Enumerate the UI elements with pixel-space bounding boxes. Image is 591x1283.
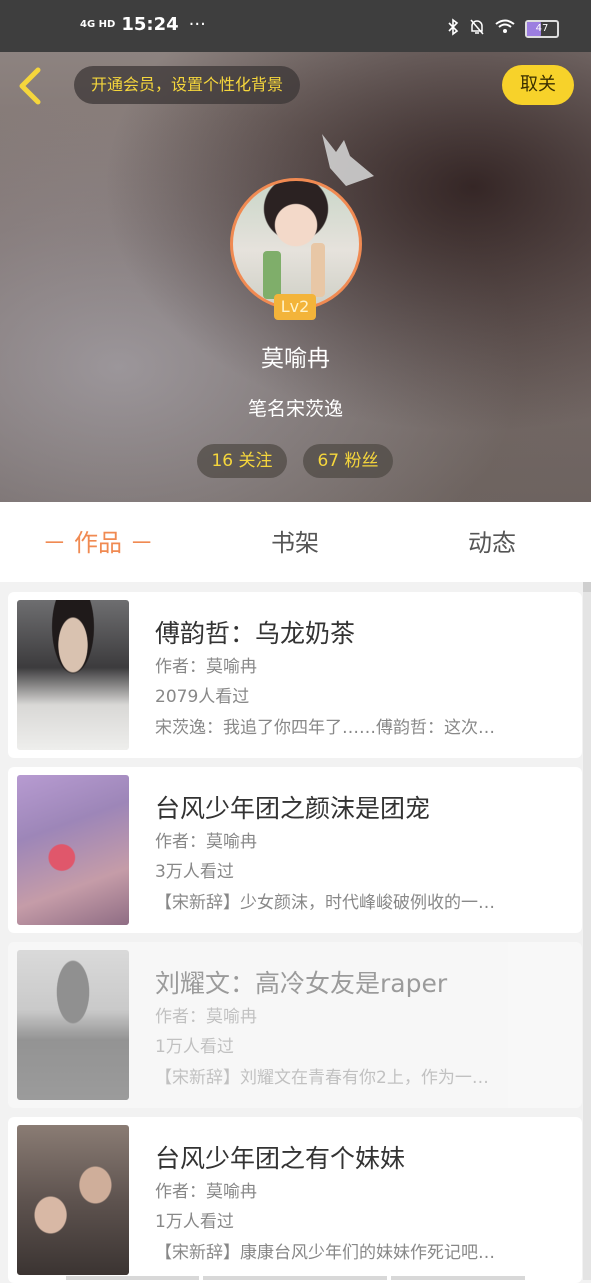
network-indicator: 4G HD	[80, 18, 116, 30]
book-summary: 【宋新辞】刘耀文在青春有你2上，作为一…	[155, 1068, 489, 1088]
book-author: 作者：莫喻冉	[155, 1007, 257, 1027]
book-title: 傅韵哲：乌龙奶茶	[155, 619, 356, 648]
book-summary: 宋茨逸：我追了你四年了……傅韵哲：这次…	[155, 718, 495, 738]
level-badge: Lv2	[274, 294, 316, 320]
bluetooth-icon	[447, 18, 459, 40]
book-author: 作者：莫喻冉	[155, 832, 257, 852]
bottom-indicator-2	[203, 1276, 387, 1280]
book-views: 1万人看过	[155, 1037, 234, 1057]
book-views: 3万人看过	[155, 862, 234, 882]
status-time: 15:24	[121, 14, 179, 35]
battery-icon: 47	[525, 20, 559, 38]
list-item[interactable]: 刘耀文：高冷女友是raper 作者：莫喻冉 1万人看过 【宋新辞】刘耀文在青春有…	[8, 942, 582, 1108]
vip-background-promo[interactable]: 开通会员，设置个性化背景	[74, 66, 301, 104]
book-views: 1万人看过	[155, 1212, 234, 1232]
following-count[interactable]: 16 关注	[197, 444, 287, 478]
book-cover	[17, 600, 129, 750]
book-author: 作者：莫喻冉	[155, 657, 257, 677]
mute-bell-icon	[469, 18, 485, 40]
list-item[interactable]: 台风少年团之有个妹妹 作者：莫喻冉 1万人看过 【宋新辞】康康台风少年们的妹妹作…	[8, 1117, 582, 1283]
book-views: 2079人看过	[155, 687, 250, 707]
profile-tabs: － 作品 － 书架 动态	[0, 502, 591, 582]
unfollow-button[interactable]: 取关	[502, 65, 574, 105]
bottom-indicator-3	[391, 1276, 525, 1280]
tab-bookshelf[interactable]: 书架	[215, 502, 375, 582]
status-more-icon: ···	[188, 14, 206, 35]
book-title: 台风少年团之有个妹妹	[155, 1144, 406, 1173]
avatar-detail-2	[311, 243, 325, 297]
pen-name: 笔名宋茨逸	[247, 398, 343, 420]
scroll-thumb[interactable]	[583, 582, 591, 592]
wifi-icon	[495, 19, 515, 39]
tab-works[interactable]: － 作品 －	[18, 502, 178, 582]
book-title: 刘耀文：高冷女友是raper	[155, 969, 448, 998]
tab-activity[interactable]: 动态	[412, 502, 572, 582]
list-item[interactable]: 台风少年团之颜沫是团宠 作者：莫喻冉 3万人看过 【宋新辞】少女颜沫，时代峰峻破…	[8, 767, 582, 933]
book-summary: 【宋新辞】康康台风少年们的妹妹作死记吧…	[155, 1243, 495, 1263]
bottom-indicator-1	[66, 1276, 199, 1280]
status-bar: 4G HD 15:24 ··· 47	[0, 0, 591, 52]
back-button[interactable]	[14, 64, 50, 108]
avatar-detail	[263, 251, 281, 299]
profile-header: 开通会员，设置个性化背景 取关 Lv2 莫喻冉 笔名宋茨逸 16 关注 67 粉…	[0, 52, 591, 502]
username: 莫喻冉	[261, 346, 330, 372]
fans-count[interactable]: 67 粉丝	[303, 444, 393, 478]
battery-level: 47	[535, 23, 549, 34]
crown-icon	[322, 134, 374, 186]
book-cover	[17, 775, 129, 925]
scrollbar[interactable]	[583, 582, 591, 1280]
book-summary: 【宋新辞】少女颜沫，时代峰峻破例收的一…	[155, 893, 495, 913]
list-item[interactable]: 傅韵哲：乌龙奶茶 作者：莫喻冉 2079人看过 宋茨逸：我追了你四年了……傅韵哲…	[8, 592, 582, 758]
book-cover	[17, 950, 129, 1100]
book-cover	[17, 1125, 129, 1275]
book-title: 台风少年团之颜沫是团宠	[155, 794, 431, 823]
avatar[interactable]	[230, 178, 362, 310]
back-arrow-icon	[19, 67, 41, 105]
book-author: 作者：莫喻冉	[155, 1182, 257, 1202]
